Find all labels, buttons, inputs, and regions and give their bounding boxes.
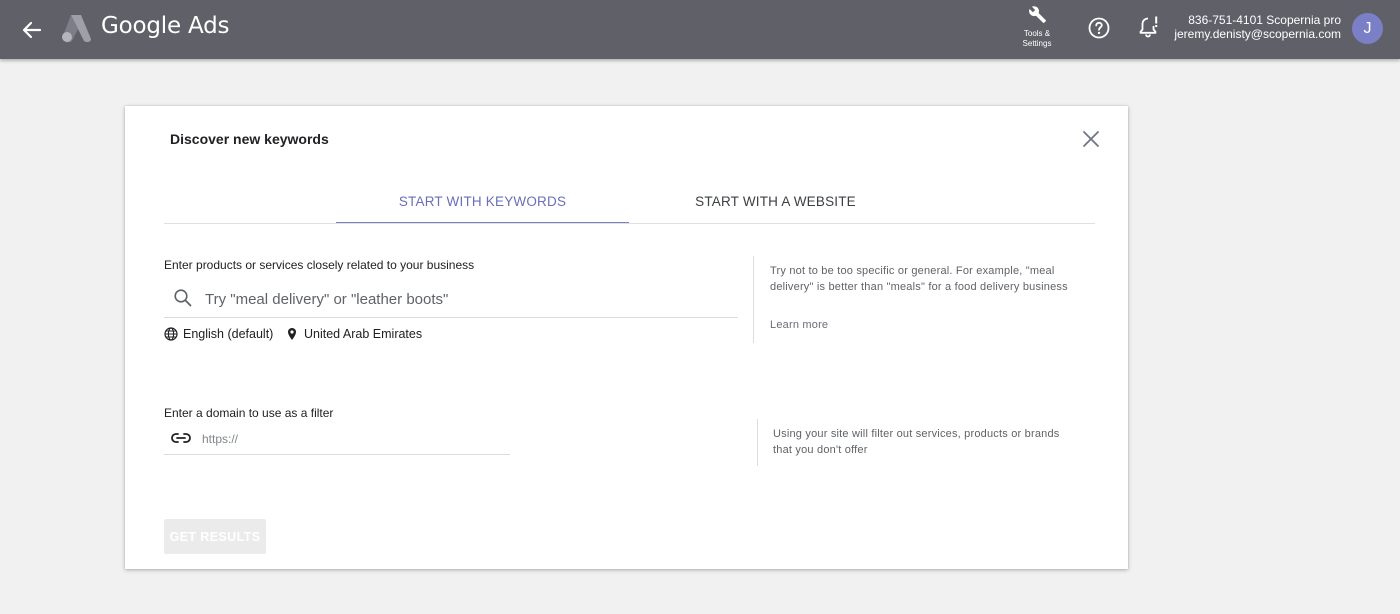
- keywords-input-row: [164, 282, 738, 318]
- learn-more-link[interactable]: Learn more: [770, 319, 828, 331]
- help-icon[interactable]: [1087, 16, 1111, 40]
- back-arrow-icon[interactable]: [18, 16, 46, 44]
- keywords-field-label: Enter products or services closely relat…: [164, 258, 475, 272]
- domain-input[interactable]: [202, 429, 502, 449]
- google-ads-logo: [60, 13, 92, 43]
- location-pin-icon: [288, 328, 296, 340]
- wrench-icon: [1029, 6, 1046, 23]
- tools-label-line1: Tools &: [1023, 29, 1051, 38]
- tools-and-settings-button[interactable]: Tools & Settings: [1011, 4, 1063, 54]
- domain-field-label: Enter a domain to use as a filter: [164, 406, 334, 420]
- domain-hint: Using your site will filter out services…: [773, 428, 1060, 456]
- tools-label: Tools & Settings: [1011, 29, 1063, 49]
- bell-icon[interactable]: [1135, 14, 1161, 40]
- avatar[interactable]: J: [1352, 13, 1383, 44]
- dialog-title: Discover new keywords: [170, 131, 329, 147]
- search-icon: [173, 288, 193, 308]
- discover-keywords-dialog: Discover new keywords START WITH KEYWORD…: [125, 106, 1128, 569]
- account-info[interactable]: 836-751-4101 Scopernia pro jeremy.denist…: [1174, 13, 1341, 41]
- account-email: jeremy.denisty@scopernia.com: [1174, 27, 1341, 41]
- link-icon: [170, 431, 192, 450]
- domain-input-row: [164, 426, 510, 455]
- brand-name[interactable]: Google Ads: [101, 13, 230, 39]
- get-results-button[interactable]: GET RESULTS: [164, 519, 266, 554]
- tools-label-line2: Settings: [1022, 39, 1052, 48]
- language-label: English (default): [183, 327, 274, 341]
- tab-start-with-website[interactable]: START WITH A WEBSITE: [629, 186, 922, 224]
- tab-start-with-keywords[interactable]: START WITH KEYWORDS: [336, 186, 629, 224]
- globe-icon: [164, 327, 178, 341]
- keywords-hint-divider: [753, 256, 754, 343]
- top-app-bar: Google Ads Tools & Settings 836-751-4101…: [0, 0, 1400, 59]
- close-icon[interactable]: [1080, 128, 1102, 150]
- location-label: United Arab Emirates: [304, 327, 423, 341]
- domain-hint-divider: [757, 419, 758, 466]
- keywords-hint: Try not to be too specific or general. F…: [770, 265, 1068, 293]
- tabs-divider: [164, 223, 1095, 224]
- account-name: 836-751-4101 Scopernia pro: [1188, 13, 1341, 27]
- keywords-input[interactable]: [205, 286, 725, 312]
